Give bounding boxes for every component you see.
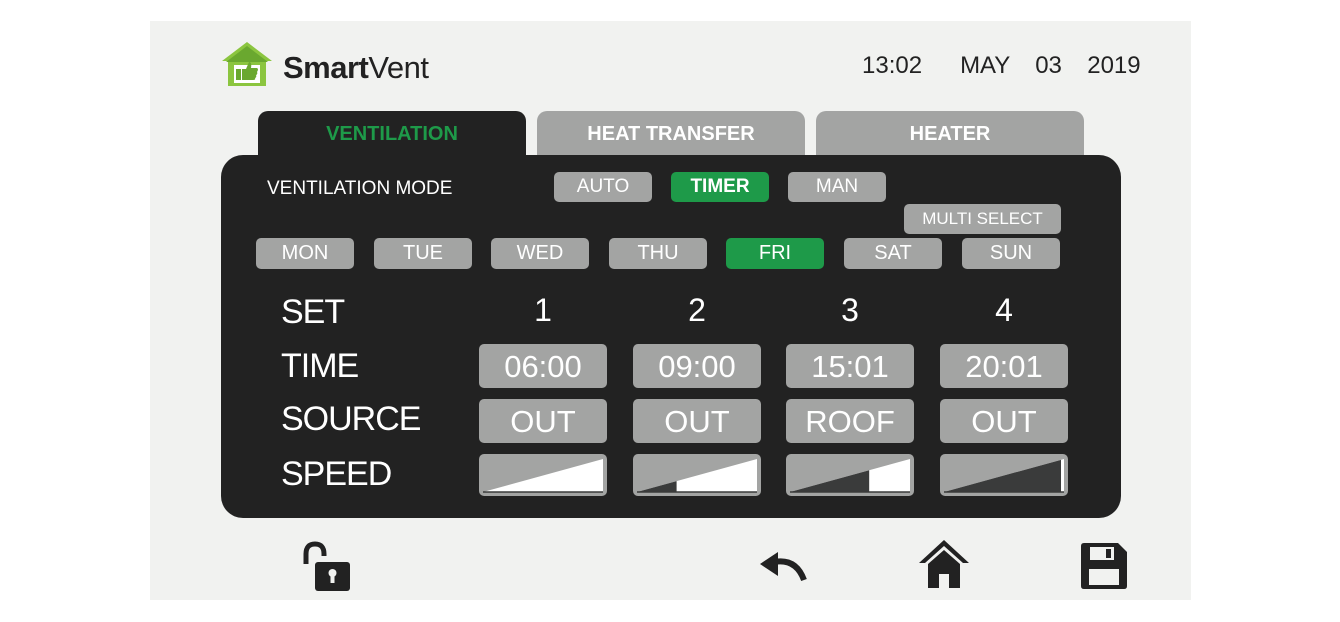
time-field-4[interactable]: 20:01 [940,344,1068,388]
time-field-2[interactable]: 09:00 [633,344,761,388]
undo-icon[interactable] [760,552,808,584]
speed-ramp [637,459,757,492]
set-number-1: 1 [534,292,552,328]
logo [221,41,273,87]
day-sat-button[interactable]: SAT [844,238,942,269]
set-number-4: 4 [995,292,1013,328]
day-sun-button[interactable]: SUN [962,238,1060,269]
speed-fill [944,459,1061,492]
home-icon[interactable] [918,538,970,590]
day-tue-button[interactable]: TUE [374,238,472,269]
source-button-4[interactable]: OUT [940,399,1068,443]
speed-ramp [483,459,603,492]
source-button-3[interactable]: ROOF [786,399,914,443]
logo-wordmark: SmartVent [283,50,429,85]
source-button-1[interactable]: OUT [479,399,607,443]
set-number-2: 2 [688,292,706,328]
tab-heater[interactable]: HEATER [816,111,1084,161]
ventilation-mode-label: VENTILATION MODE [267,178,453,199]
day-fri-button[interactable]: FRI [726,238,824,269]
set-number-3: 3 [841,292,859,328]
multi-select-button[interactable]: MULTI SELECT [904,204,1061,234]
day-thu-button[interactable]: THU [609,238,707,269]
tab-ventilation[interactable]: VENTILATION [258,111,526,161]
unlock-icon[interactable] [300,540,352,592]
row-label-set: SET [281,293,345,331]
source-button-2[interactable]: OUT [633,399,761,443]
speed-slider-4[interactable] [940,454,1068,496]
row-label-time: TIME [281,347,359,385]
mode-timer-button[interactable]: TIMER [671,172,769,202]
speed-slider-2[interactable] [633,454,761,496]
row-label-source: SOURCE [281,400,421,438]
time-field-1[interactable]: 06:00 [479,344,607,388]
day-mon-button[interactable]: MON [256,238,354,269]
time-field-3[interactable]: 15:01 [786,344,914,388]
mode-man-button[interactable]: MAN [788,172,886,202]
speed-fill [790,470,870,492]
clock-date: 13:02 MAY 03 2019 [862,52,1141,79]
house-thumbs-up-icon [222,42,272,86]
speed-fill [637,481,677,492]
tab-heat-transfer[interactable]: HEAT TRANSFER [537,111,805,161]
mode-auto-button[interactable]: AUTO [554,172,652,202]
day-wed-button[interactable]: WED [491,238,589,269]
row-label-speed: SPEED [281,455,392,493]
speed-slider-3[interactable] [786,454,914,496]
speed-slider-1[interactable] [479,454,607,496]
save-icon[interactable] [1081,543,1127,589]
